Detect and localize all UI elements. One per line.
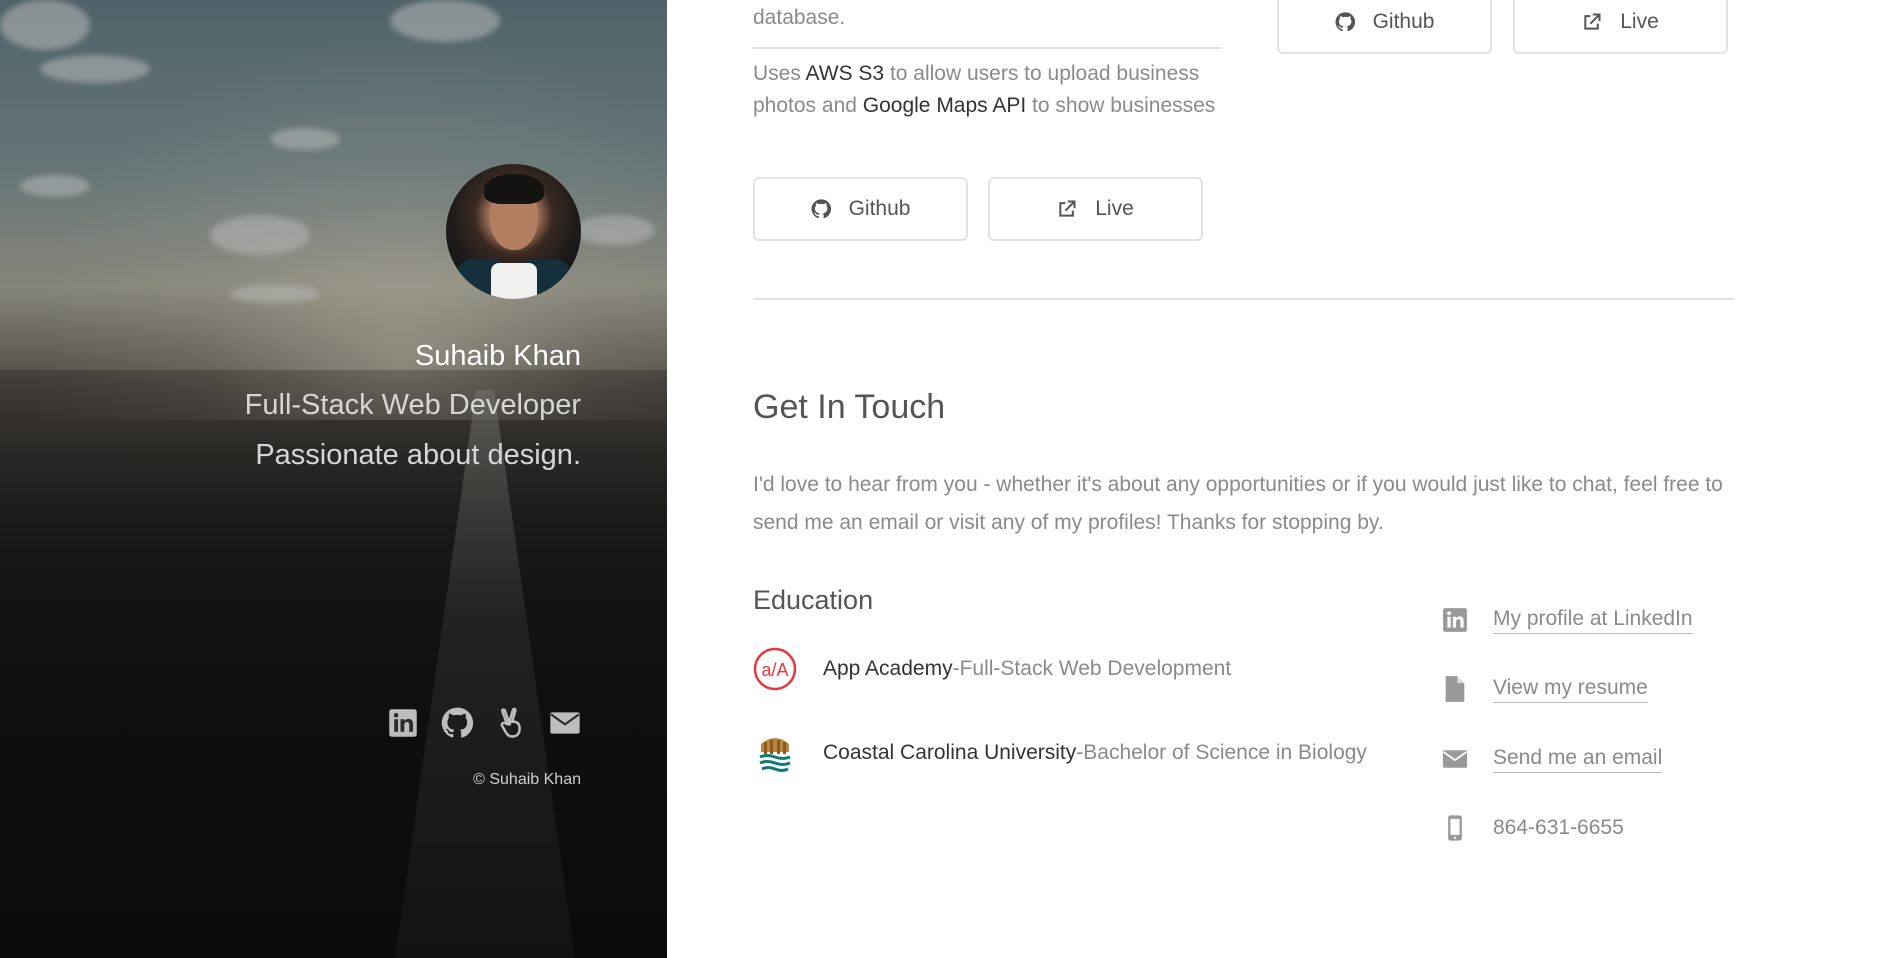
hero-sidebar: Suhaib Khan Full-Stack Web Developer Pas… xyxy=(0,0,667,958)
edu-school: App Academy xyxy=(823,657,953,680)
avatar-shirt xyxy=(491,263,537,299)
divider xyxy=(753,47,1221,49)
social-links xyxy=(387,707,581,739)
external-link-icon xyxy=(1059,200,1076,217)
tech-highlight: Google Maps API xyxy=(862,94,1027,117)
app-academy-logo: a/A xyxy=(753,647,797,691)
project-description-tail: database. xyxy=(753,6,846,29)
edu-separator: - xyxy=(952,657,960,680)
github-button-label: Github xyxy=(1372,10,1435,33)
github-button[interactable]: Github xyxy=(753,177,968,241)
email-link[interactable]: Send me an email xyxy=(1493,746,1663,773)
edu-degree: Full-Stack Web Development xyxy=(959,657,1232,680)
file-icon xyxy=(1439,673,1471,705)
linkedin-icon xyxy=(1439,604,1471,636)
angellist-icon[interactable] xyxy=(495,707,527,739)
external-link-icon xyxy=(1584,13,1601,30)
edu-degree: Bachelor of Science in Biology xyxy=(1083,741,1367,764)
github-icon xyxy=(811,199,831,219)
edu-separator: - xyxy=(1076,741,1084,764)
envelope-icon[interactable] xyxy=(549,707,581,739)
education-item: a/A App Academy - Full-Stack Web Develop… xyxy=(753,647,1231,691)
live-button-label: Live xyxy=(1095,197,1134,220)
avatar xyxy=(446,164,581,299)
contact-phone: 864-631-6655 xyxy=(1439,812,1624,844)
github-button[interactable]: Github xyxy=(1277,0,1492,54)
avatar-hair xyxy=(484,174,544,204)
github-icon xyxy=(1335,12,1355,32)
contact-email: Send me an email xyxy=(1439,743,1663,775)
resume-link[interactable]: View my resume xyxy=(1493,676,1648,703)
main-content: database. Github Live Uses AWS S3 to all… xyxy=(667,0,1900,958)
contact-heading: Get In Touch xyxy=(753,388,946,426)
profile-role: Full-Stack Web Developer xyxy=(244,389,581,421)
education-item: Coastal Carolina University - Bachelor o… xyxy=(753,731,1367,775)
profile-name: Suhaib Khan xyxy=(414,340,581,372)
phone-number: 864-631-6655 xyxy=(1493,816,1624,839)
tech-highlight: AWS S3 xyxy=(805,62,885,85)
profile-tagline: Passionate about design. xyxy=(255,439,581,471)
project-description: Uses AWS S3 to allow users to upload bus… xyxy=(753,58,1215,122)
contact-paragraph: I'd love to hear from you - whether it's… xyxy=(753,473,1723,534)
contact-linkedin: My profile at LinkedIn xyxy=(1439,604,1693,636)
live-button[interactable]: Live xyxy=(988,177,1203,241)
text: to allow users to upload business xyxy=(884,62,1200,85)
linkedin-link[interactable]: My profile at LinkedIn xyxy=(1493,607,1693,634)
mobile-phone-icon xyxy=(1439,812,1471,844)
education-heading: Education xyxy=(753,585,874,615)
linkedin-icon[interactable] xyxy=(387,707,419,739)
coastal-carolina-logo xyxy=(753,731,797,775)
live-button[interactable]: Live xyxy=(1513,0,1728,54)
edu-school: Coastal Carolina University xyxy=(823,741,1077,764)
dark-overlay xyxy=(0,0,667,958)
text: Uses xyxy=(753,62,806,85)
envelope-icon xyxy=(1439,743,1471,775)
text: photos and xyxy=(753,94,863,117)
section-divider xyxy=(753,298,1734,300)
text: to show businesses xyxy=(1026,94,1216,117)
github-icon[interactable] xyxy=(441,707,473,739)
copyright: © Suhaib Khan xyxy=(473,771,581,788)
contact-resume: View my resume xyxy=(1439,673,1648,705)
github-button-label: Github xyxy=(848,197,911,220)
live-button-label: Live xyxy=(1620,10,1659,33)
svg-text:a/A: a/A xyxy=(761,660,788,680)
